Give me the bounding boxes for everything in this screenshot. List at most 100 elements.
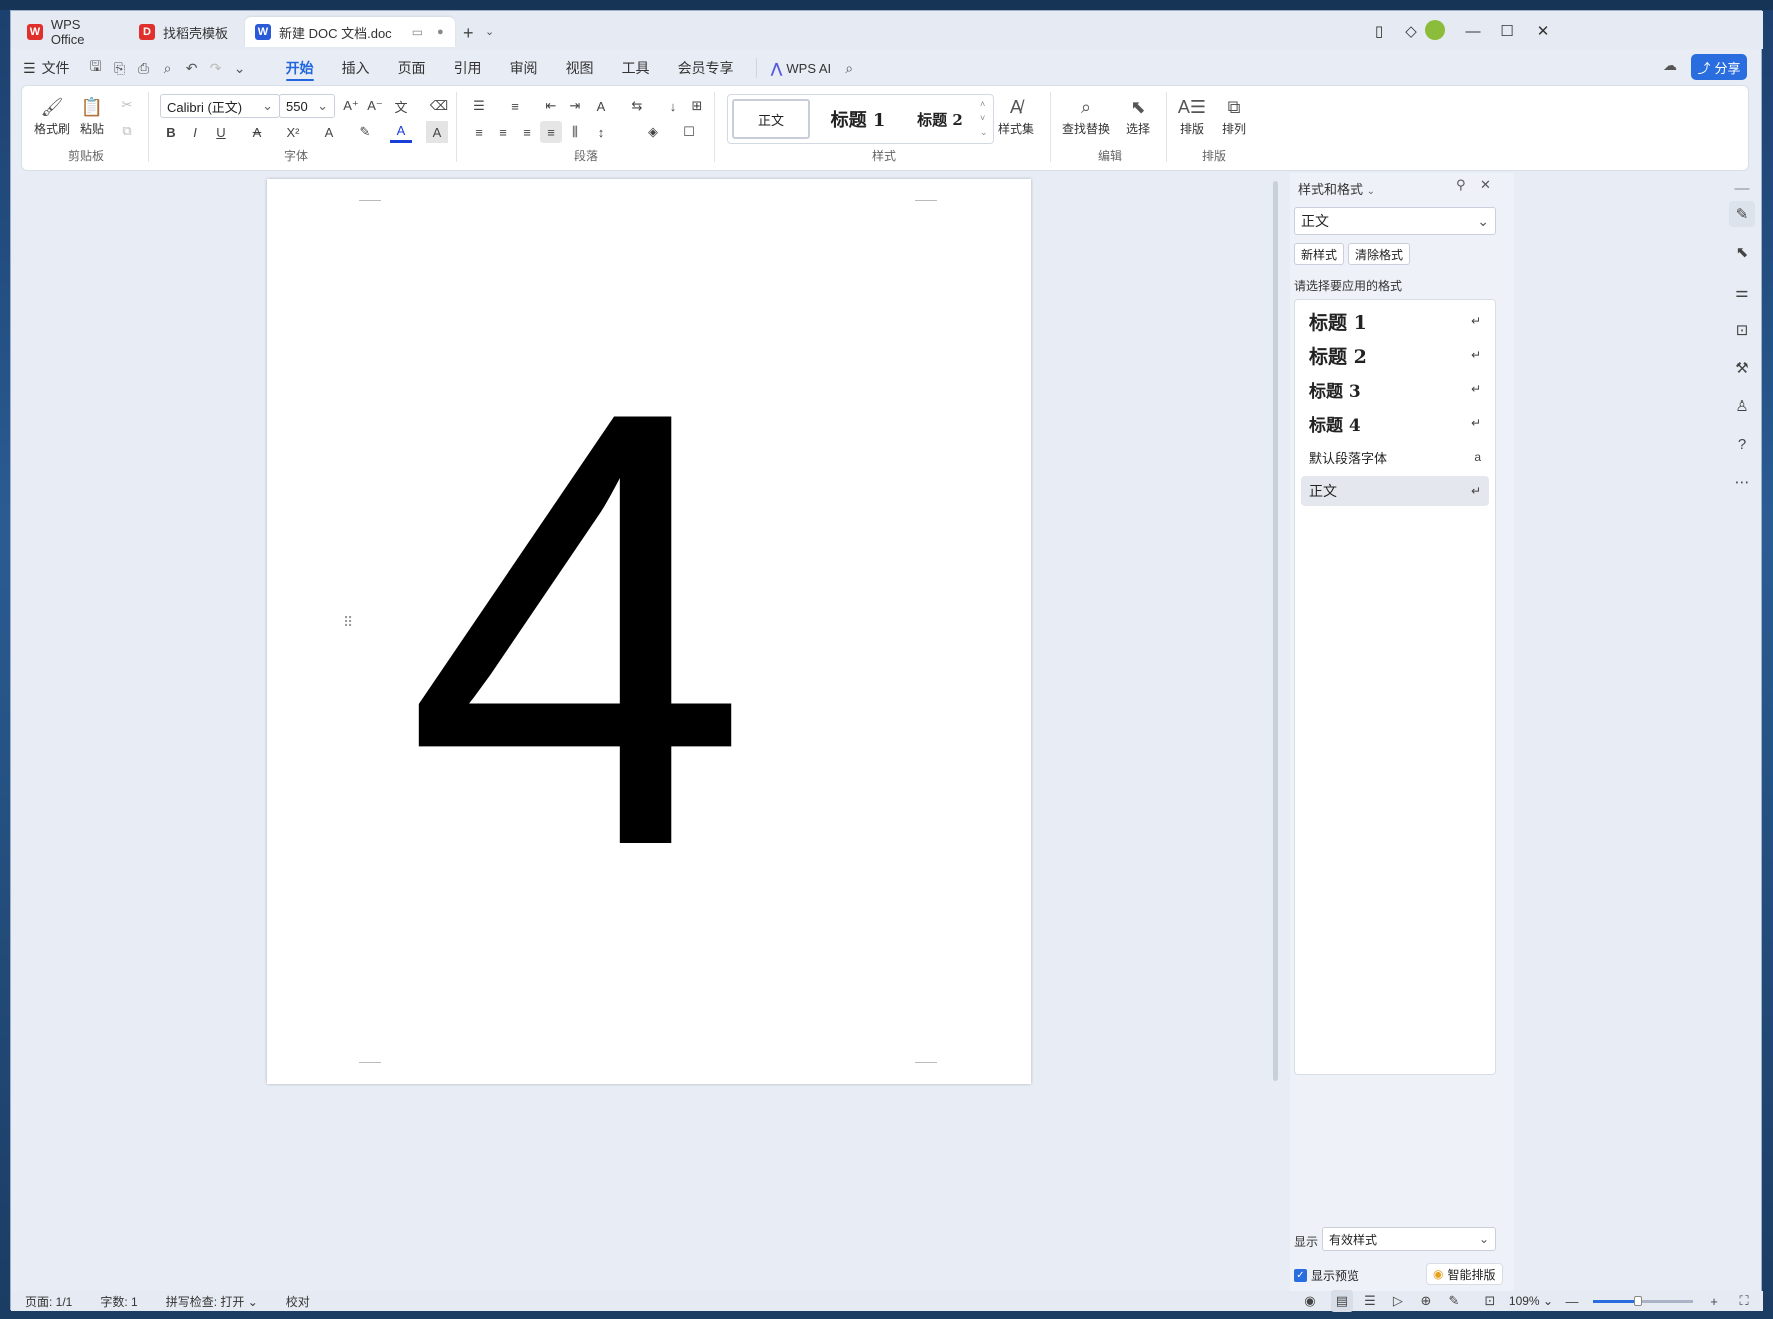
gallery-scroll[interactable]: ˄ ˅ ⌄ bbox=[980, 97, 988, 139]
tab-view[interactable]: 视图 bbox=[552, 53, 608, 83]
avatar[interactable] bbox=[1425, 20, 1445, 40]
clear-format-button[interactable]: 清除格式 bbox=[1348, 243, 1411, 265]
image-edit-icon[interactable]: ⊡ bbox=[1729, 317, 1755, 343]
zoom-in-icon[interactable]: + bbox=[1703, 1290, 1725, 1312]
redo-icon[interactable]: ↷ bbox=[204, 56, 228, 80]
tab-references[interactable]: 引用 bbox=[440, 53, 496, 83]
show-filter-select[interactable]: 有效样式 ⌄ bbox=[1322, 1227, 1496, 1251]
style-set-button[interactable]: A̸ 样式集 bbox=[998, 94, 1034, 137]
find-replace-button[interactable]: ⌕ 查找替换 bbox=[1062, 94, 1110, 137]
copy-icon[interactable]: ⧉ bbox=[116, 120, 138, 142]
pin-icon[interactable]: ⚲ bbox=[1456, 177, 1466, 193]
maximize-icon[interactable]: ☐ bbox=[1491, 19, 1523, 43]
font-color-icon[interactable]: A bbox=[390, 121, 412, 143]
zoom-out-icon[interactable]: — bbox=[1561, 1290, 1583, 1312]
wps-ai-button[interactable]: ⋀ WPS AI bbox=[765, 53, 838, 83]
page-count[interactable]: 页面: 1/1 bbox=[25, 1293, 72, 1310]
tab-page[interactable]: 页面 bbox=[384, 53, 440, 83]
undo-icon[interactable]: ↶ bbox=[180, 56, 204, 80]
increase-indent-icon[interactable]: ⇥ bbox=[564, 95, 586, 117]
panel-title[interactable]: 样式和格式 ⌄ bbox=[1298, 179, 1375, 198]
help-icon[interactable]: ? bbox=[1729, 431, 1755, 457]
style-item-heading-1[interactable]: 标题 1 ↵ bbox=[1301, 306, 1489, 336]
select-button[interactable]: ⬉ 选择 bbox=[1124, 94, 1152, 137]
smart-layout-button[interactable]: ◉ 智能排版 bbox=[1426, 1263, 1503, 1285]
tab-tools[interactable]: 工具 bbox=[608, 53, 664, 83]
word-count[interactable]: 字数: 1 bbox=[100, 1293, 137, 1310]
bold-icon[interactable]: B bbox=[160, 121, 182, 143]
underline-icon[interactable]: U bbox=[210, 121, 232, 143]
tools-icon[interactable]: ⚒ bbox=[1729, 355, 1755, 381]
monitor-icon[interactable]: ▭ bbox=[412, 25, 423, 39]
vertical-scrollbar[interactable] bbox=[1269, 171, 1281, 1151]
drag-handle-icon[interactable]: ⠿ bbox=[343, 614, 354, 631]
decrease-indent-icon[interactable]: ⇤ bbox=[540, 95, 562, 117]
unsaved-dot-icon[interactable]: ● bbox=[437, 26, 444, 38]
fit-page-icon[interactable]: ⊡ bbox=[1479, 1290, 1501, 1312]
tab-review[interactable]: 审阅 bbox=[496, 53, 552, 83]
shrink-font-icon[interactable]: A⁻ bbox=[364, 95, 386, 117]
current-style-select[interactable]: 正文 ⌄ bbox=[1294, 207, 1496, 235]
style-item-heading-3[interactable]: 标题 3 ↵ bbox=[1301, 374, 1489, 404]
spell-check[interactable]: 拼写检查: 打开 ⌄ bbox=[166, 1293, 258, 1310]
numbering-icon[interactable]: ≡ bbox=[504, 95, 526, 117]
sort-icon[interactable]: ↓ bbox=[662, 95, 684, 117]
zoom-slider[interactable] bbox=[1593, 1295, 1693, 1306]
file-menu[interactable]: ☰ 文件 bbox=[11, 53, 84, 83]
superscript-icon[interactable]: X² bbox=[282, 121, 304, 143]
paragraph-shading-icon[interactable]: ◈ bbox=[642, 121, 664, 143]
order-button[interactable]: ⧉ 排列 bbox=[1220, 94, 1248, 137]
tab-wps-office[interactable]: W WPS Office bbox=[17, 17, 127, 47]
style-item-normal[interactable]: 正文 ↵ bbox=[1301, 476, 1489, 506]
style-pen-icon[interactable]: ✎ bbox=[1729, 201, 1755, 227]
pen-icon[interactable]: ✎ bbox=[1443, 1290, 1465, 1312]
tab-insert[interactable]: 插入 bbox=[328, 53, 384, 83]
collapse-icon[interactable]: — bbox=[1729, 175, 1755, 201]
close-icon[interactable]: ✕ bbox=[1527, 19, 1559, 43]
align-right-icon[interactable]: ≡ bbox=[516, 121, 538, 143]
distribute-icon[interactable]: ⫼ bbox=[564, 121, 586, 143]
style-normal[interactable]: 正文 bbox=[732, 99, 810, 139]
eye-icon[interactable]: ◉ bbox=[1299, 1290, 1321, 1312]
style-item-heading-4[interactable]: 标题 4 ↵ bbox=[1301, 408, 1489, 438]
style-item-default-font[interactable]: 默认段落字体 a bbox=[1301, 442, 1489, 472]
arrange-button[interactable]: A☰ 排版 bbox=[1178, 94, 1206, 137]
cloud-icon[interactable]: ☁ bbox=[1663, 57, 1677, 74]
more-icon[interactable]: ⋯ bbox=[1729, 469, 1755, 495]
phonetic-guide-icon[interactable]: 文 bbox=[390, 95, 412, 117]
style-heading-1[interactable]: 标题 1 bbox=[816, 99, 900, 139]
fullscreen-icon[interactable]: ⛶ bbox=[1733, 1290, 1755, 1312]
justify-icon[interactable]: ≡ bbox=[540, 121, 562, 143]
strikethrough-icon[interactable]: A bbox=[246, 121, 268, 143]
grow-font-icon[interactable]: A⁺ bbox=[340, 95, 362, 117]
scroll-thumb[interactable] bbox=[1273, 181, 1278, 1081]
close-icon[interactable]: ✕ bbox=[1480, 177, 1491, 193]
borders-icon[interactable]: ☐ bbox=[678, 121, 700, 143]
font-size-select[interactable]: 550 ⌄ bbox=[279, 94, 335, 118]
new-style-button[interactable]: 新样式 bbox=[1294, 243, 1345, 265]
text-effect-icon[interactable]: A bbox=[318, 121, 340, 143]
print-icon[interactable]: ⎙ bbox=[132, 56, 156, 80]
outline-view-icon[interactable]: ☰ bbox=[1359, 1290, 1381, 1312]
document-page[interactable]: ⠿ 4 bbox=[267, 179, 1031, 1084]
web-view-icon[interactable]: ⊕ bbox=[1415, 1290, 1437, 1312]
document-text[interactable]: 4 bbox=[377, 319, 777, 939]
share-button[interactable]: ⤴ 分享 bbox=[1691, 54, 1747, 80]
bidi-icon[interactable]: ⇆ bbox=[626, 95, 648, 117]
bullets-icon[interactable]: ☰ bbox=[468, 95, 490, 117]
highlight-icon[interactable]: ✎ bbox=[354, 121, 376, 143]
paste-button[interactable]: 📋 粘贴 bbox=[78, 94, 106, 137]
shirt-icon[interactable]: ♙ bbox=[1729, 393, 1755, 419]
zoom-slider-knob[interactable] bbox=[1634, 1295, 1642, 1306]
clear-format-icon[interactable]: ⌫ bbox=[428, 95, 450, 117]
open-icon[interactable]: ⎘ bbox=[108, 56, 132, 80]
align-center-icon[interactable]: ≡ bbox=[492, 121, 514, 143]
tab-member[interactable]: 会员专享 bbox=[664, 53, 748, 83]
show-marks-icon[interactable]: ⊞ bbox=[686, 95, 708, 117]
print-preview-icon[interactable]: ⌕ bbox=[156, 56, 180, 80]
tab-menu-chevron-icon[interactable]: ⌄ bbox=[485, 25, 494, 38]
cut-icon[interactable]: ✂ bbox=[116, 94, 138, 116]
style-item-heading-2[interactable]: 标题 2 ↵ bbox=[1301, 340, 1489, 370]
tab-docer-templates[interactable]: D 找稻壳模板 bbox=[129, 17, 243, 47]
sliders-icon[interactable]: ⚌ bbox=[1729, 279, 1755, 305]
